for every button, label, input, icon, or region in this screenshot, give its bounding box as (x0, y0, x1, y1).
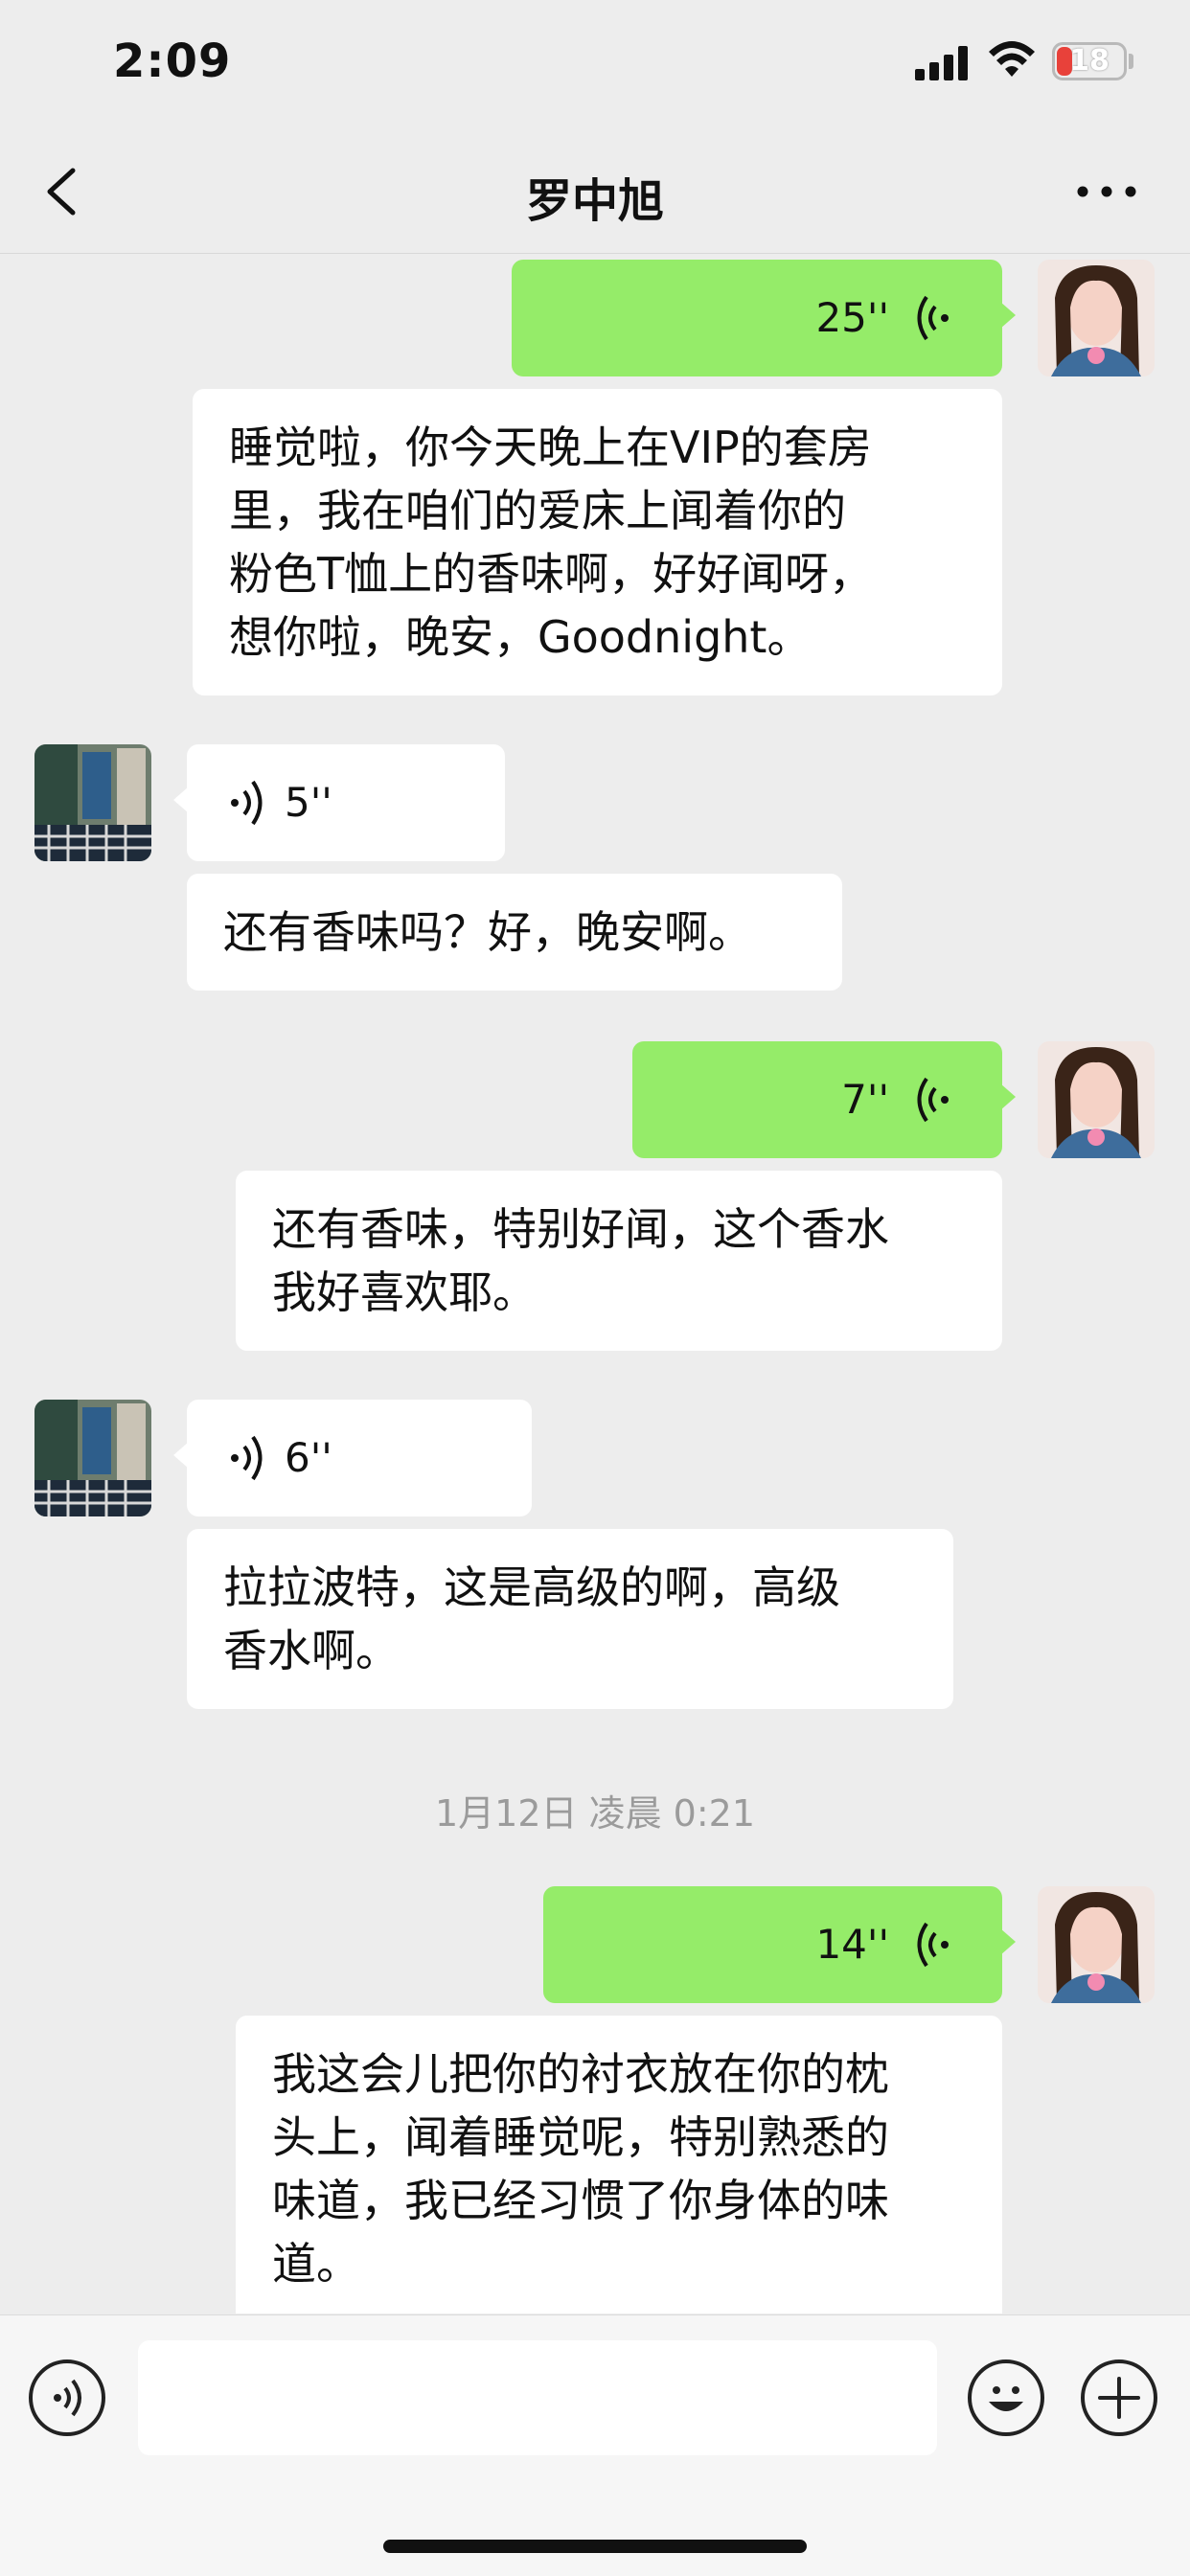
my-avatar[interactable] (1038, 1041, 1155, 1158)
plus-icon (1098, 2377, 1140, 2419)
chat-title: 罗中旭 (525, 174, 664, 228)
message-input[interactable] (138, 2340, 937, 2455)
voice-wave-icon (917, 295, 949, 341)
voice-message-bubble[interactable]: 5'' (173, 744, 505, 861)
more-dots-icon[interactable] (1073, 174, 1140, 209)
my-avatar[interactable] (1038, 1886, 1155, 2003)
cellular-signal-icon (915, 46, 969, 80)
voice-wave-icon (917, 1077, 949, 1123)
message-text: 拉拉波特，这是高级的啊，高级 香水啊。 (223, 1562, 840, 1676)
add-button[interactable] (1081, 2359, 1157, 2436)
my-avatar[interactable] (1038, 260, 1155, 376)
chat-timestamp: 1月12日 凌晨 0:21 (434, 1792, 756, 1835)
voice-wave-icon (231, 1435, 263, 1481)
voice-duration: 7'' (841, 1076, 889, 1123)
voice-message-bubble[interactable]: 6'' (173, 1400, 532, 1516)
message-text: 还有香味吗？好，晚安啊。 (223, 906, 752, 958)
battery-icon: 18 (1052, 42, 1127, 80)
voice-message-bubble[interactable]: 14'' (543, 1886, 1016, 2003)
emoji-button[interactable] (968, 2359, 1044, 2436)
voice-message-bubble[interactable]: 25'' (512, 260, 1016, 376)
emoji-icon (989, 2386, 1023, 2411)
wifi-icon (989, 41, 1035, 77)
battery-level: 18 (1069, 44, 1110, 78)
input-bar (0, 2314, 1190, 2576)
home-indicator (383, 2540, 807, 2553)
voice-input-button[interactable] (29, 2359, 105, 2436)
voice-wave-icon (917, 1922, 949, 1968)
chat-header: 罗中旭 (0, 134, 1190, 254)
text-message-bubble[interactable]: 还有香味，特别好闻，这个香水 我好喜欢耶。 (236, 1171, 1002, 1351)
message-text: 睡觉啦，你今天晚上在VIP的套房 里，我在咱们的爱床上闻着你的 粉色T恤上的香味… (229, 422, 874, 663)
message-list: 25'' 睡觉啦，你今天晚上在VIP的套房 里，我在咱们的爱床上闻着你的 粉色T… (0, 254, 1190, 2314)
message-text: 还有香味，特别好闻，这个香水 我好喜欢耶。 (272, 1203, 889, 1318)
voice-duration: 5'' (285, 779, 332, 826)
text-message-bubble[interactable]: 拉拉波特，这是高级的啊，高级 香水啊。 (187, 1529, 953, 1709)
battery-tip (1129, 54, 1133, 69)
message-text: 我这会儿把你的衬衣放在你的枕 头上，闻着睡觉呢，特别熟悉的 味道，我已经习惯了你… (272, 2048, 889, 2290)
status-time: 2:09 (113, 34, 232, 88)
text-message-bubble[interactable]: 睡觉啦，你今天晚上在VIP的套房 里，我在咱们的爱床上闻着你的 粉色T恤上的香味… (193, 389, 1002, 695)
voice-duration: 25'' (815, 294, 889, 341)
voice-message-bubble[interactable]: 7'' (632, 1041, 1016, 1158)
voice-duration: 14'' (815, 1921, 889, 1968)
voice-duration: 6'' (285, 1434, 332, 1481)
contact-avatar[interactable] (34, 744, 151, 861)
voice-icon (54, 2379, 81, 2417)
text-message-bubble[interactable]: 我这会儿把你的衬衣放在你的枕 头上，闻着睡觉呢，特别熟悉的 味道，我已经习惯了你… (236, 2016, 1002, 2314)
status-bar: 2:09 18 (0, 0, 1190, 134)
voice-wave-icon (231, 780, 263, 826)
text-message-bubble[interactable]: 还有香味吗？好，晚安啊。 (187, 874, 842, 991)
contact-avatar[interactable] (34, 1400, 151, 1516)
